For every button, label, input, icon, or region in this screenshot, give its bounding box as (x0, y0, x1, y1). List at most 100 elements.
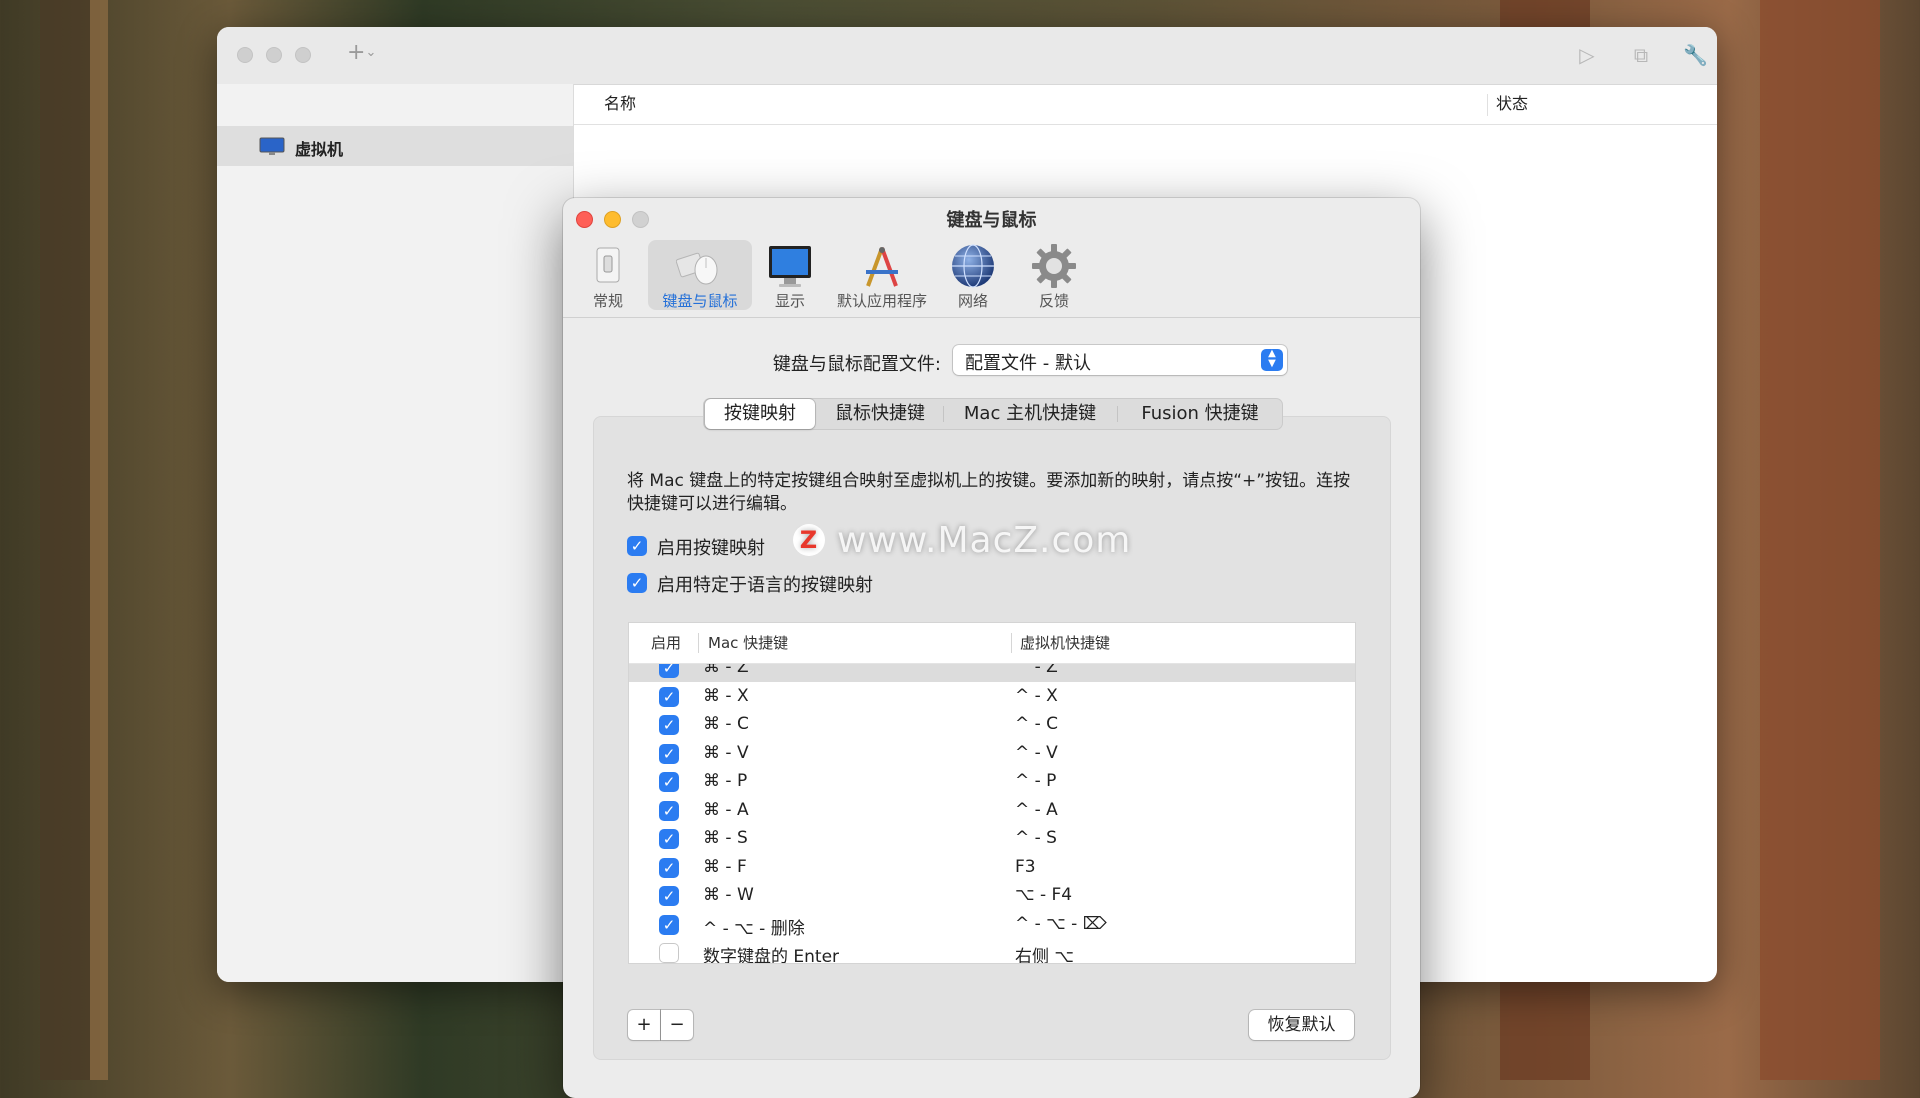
minimize-button[interactable] (266, 47, 282, 63)
row-enabled-checkbox[interactable]: ✓ (659, 943, 679, 963)
column-header-vm-shortcut[interactable]: 虚拟机快捷键 (1020, 623, 1110, 663)
row-enabled-checkbox[interactable]: ✓ (659, 772, 679, 792)
profile-label: 键盘与鼠标配置文件: (772, 354, 941, 375)
table-row[interactable]: ✓ ⌘ - V ^ - V (629, 740, 1355, 768)
toolbar-display[interactable]: 显示 (760, 240, 820, 310)
table-row[interactable]: ✓ ^ - ⌥ - 删除 ^ - ⌥ - ⌦ (629, 911, 1355, 939)
display-icon (769, 246, 811, 287)
toolbar-default-apps[interactable]: 默认应用程序 (830, 240, 934, 310)
mac-shortcut-cell: ⌘ - Z (703, 664, 749, 677)
mac-shortcut-cell: ⌘ - V (703, 742, 749, 763)
column-divider (1011, 633, 1012, 653)
column-header-status[interactable]: 状态 (1496, 84, 1528, 124)
key-mapping-description: 将 Mac 键盘上的特定按键组合映射至虚拟机上的按键。要添加新的映射，请点按“+… (627, 471, 1351, 514)
table-row[interactable]: ✓ 数字键盘的 Enter 右侧 ⌥ (629, 939, 1355, 963)
toolbar-keyboard-mouse[interactable]: 键盘与鼠标 (648, 240, 752, 310)
vm-shortcut-cell: ^ - P (1015, 771, 1057, 791)
globe-icon (952, 244, 994, 288)
table-row[interactable]: ✓ ⌘ - W ⌥ - F4 (629, 882, 1355, 910)
row-enabled-checkbox[interactable]: ✓ (659, 914, 679, 935)
vm-shortcut-cell: 右侧 ⌥ (1015, 947, 1074, 963)
row-enabled-checkbox[interactable]: ✓ (659, 886, 679, 906)
row-enabled-checkbox[interactable]: ✓ (659, 800, 679, 821)
row-enabled-checkbox[interactable]: ✓ (659, 664, 679, 678)
restore-defaults-button[interactable]: 恢复默认 (1249, 1010, 1354, 1040)
sidebar-item-label: 虚拟机 (295, 140, 344, 159)
switch-icon (596, 247, 620, 283)
table-row[interactable]: ✓ ⌘ - F F3 (629, 854, 1355, 882)
mac-shortcut-cell: ⌘ - P (703, 771, 748, 791)
row-enabled-checkbox[interactable]: ✓ (659, 857, 679, 878)
watermark-text: www.MacZ.com (837, 520, 1132, 561)
toolbar-general[interactable]: 常规 (579, 240, 637, 310)
mac-shortcut-cell: ^ - ⌥ - 删除 (703, 918, 805, 939)
profile-select-value: 配置文件 - 默认 (965, 353, 1091, 374)
column-divider (1487, 94, 1488, 116)
table-row[interactable]: ✓ ⌘ - S ^ - S (629, 825, 1355, 853)
sidebar-item-vms[interactable]: 虚拟机 (217, 126, 573, 166)
vm-shortcut-cell: ^ - C (1015, 714, 1059, 734)
keyboard-mouse-dialog: 键盘与鼠标 常规 键盘与鼠标 显示 默认应用程序 网络 反馈 键盘与鼠标配置文件… (563, 198, 1420, 1098)
tab-fusion-shortcuts[interactable]: Fusion 快捷键 (1119, 398, 1281, 430)
zoom-button[interactable] (295, 47, 311, 63)
table-row[interactable]: ✓ ⌘ - P ^ - P (629, 768, 1355, 796)
tab-mouse-shortcuts[interactable]: 鼠标快捷键 (819, 398, 941, 430)
watermark: Zwww.MacZ.com (793, 520, 1131, 561)
tab-separator (943, 406, 944, 422)
mac-shortcut-cell: ⌘ - A (703, 799, 749, 820)
monitor-icon (259, 137, 285, 155)
applications-icon (866, 247, 898, 287)
mouse-icon (676, 252, 718, 285)
vm-shortcut-cell: ⌥ - F4 (1015, 885, 1073, 905)
plus-icon[interactable]: +⌄ (347, 40, 376, 65)
table-row[interactable]: ✓ ⌘ - Z ^ - Z (629, 664, 1355, 682)
enable-key-mapping-label: 启用按键映射 (657, 538, 765, 559)
play-icon[interactable]: ▷ (1575, 43, 1599, 67)
header-divider (574, 124, 1717, 125)
gear-icon (1032, 244, 1076, 288)
column-header-enabled[interactable]: 启用 (651, 623, 681, 663)
enable-language-mapping-checkbox[interactable]: ✓ (627, 573, 647, 593)
toolbar-feedback[interactable]: 反馈 (1024, 240, 1084, 310)
tab-bar: 按键映射 鼠标快捷键 Mac 主机快捷键 Fusion 快捷键 (703, 398, 1283, 430)
mac-shortcut-cell: ⌘ - X (703, 685, 749, 706)
row-enabled-checkbox[interactable]: ✓ (659, 743, 679, 764)
table-rows: ✓ ⌘ - Z ^ - Z ✓ ⌘ - X ^ - X ✓ ⌘ - C ^ - C ✓ ⌘ - V ^… (629, 664, 1355, 963)
column-header-mac-shortcut[interactable]: Mac 快捷键 (708, 623, 788, 663)
profile-select[interactable]: 配置文件 - 默认 ▲ ▼ (953, 345, 1287, 375)
mac-shortcut-cell: ⌘ - F (703, 856, 747, 877)
table-row[interactable]: ✓ ⌘ - A ^ - A (629, 797, 1355, 825)
wrench-icon[interactable]: 🔧 (1683, 43, 1708, 67)
updown-chevron-icon: ▲ ▼ (1261, 349, 1283, 371)
row-enabled-checkbox[interactable]: ✓ (659, 715, 679, 735)
tab-mac-host-shortcuts[interactable]: Mac 主机快捷键 (945, 398, 1115, 430)
tab-separator (1117, 406, 1118, 422)
enable-key-mapping-checkbox[interactable]: ✓ (627, 536, 647, 556)
snapshot-icon[interactable]: ⧉ (1629, 43, 1653, 67)
vm-shortcut-cell: ^ - Z (1015, 664, 1058, 677)
mac-shortcut-cell: 数字键盘的 Enter (703, 947, 840, 963)
toolbar-network[interactable]: 网络 (943, 240, 1003, 310)
dialog-title: 键盘与鼠标 (946, 210, 1037, 231)
vm-shortcut-cell: ^ - V (1015, 742, 1058, 763)
vm-shortcut-cell: ^ - ⌥ - ⌦ (1015, 913, 1107, 934)
vm-shortcut-cell: ^ - A (1015, 799, 1058, 820)
row-enabled-checkbox[interactable]: ✓ (659, 686, 679, 707)
table-row[interactable]: ✓ ⌘ - X ^ - X (629, 683, 1355, 711)
remove-mapping-button[interactable]: − (661, 1010, 693, 1040)
vm-shortcut-cell: ^ - X (1015, 685, 1058, 706)
background-trunk (1760, 0, 1880, 1080)
mac-shortcut-cell: ⌘ - W (703, 885, 754, 905)
vm-shortcut-cell: F3 (1015, 856, 1036, 877)
add-mapping-button[interactable]: + (628, 1010, 660, 1040)
key-mapping-table: 启用 Mac 快捷键 虚拟机快捷键 ✓ ⌘ - Z ^ - Z ✓ ⌘ - X ^ - X… (628, 622, 1356, 964)
column-header-name[interactable]: 名称 (604, 84, 636, 124)
row-enabled-checkbox[interactable]: ✓ (659, 829, 679, 849)
vm-shortcut-cell: ^ - S (1015, 828, 1057, 848)
close-button[interactable] (237, 47, 253, 63)
mac-shortcut-cell: ⌘ - S (703, 828, 748, 848)
toolbar-divider (563, 317, 1420, 318)
table-row[interactable]: ✓ ⌘ - C ^ - C (629, 711, 1355, 739)
tab-key-mapping[interactable]: 按键映射 (705, 399, 815, 429)
sidebar: 虚拟机 (217, 84, 574, 982)
